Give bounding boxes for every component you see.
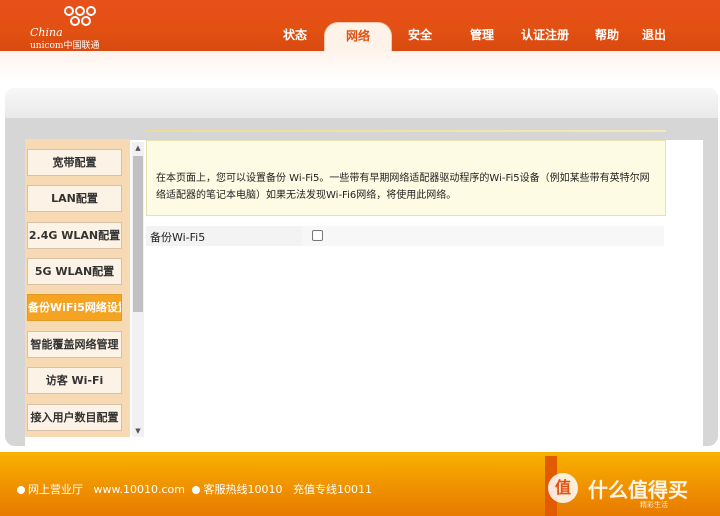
panel-top [5, 88, 718, 118]
sidebar: 宽带配置 LAN配置 2.4G WLAN配置 5G WLAN配置 备份WiFi5… [25, 139, 130, 437]
bullet-icon [192, 486, 201, 494]
nav-network[interactable]: 网络 [324, 22, 392, 51]
backup-wifi5-label: 备份Wi-Fi5 [150, 231, 206, 244]
watermark-text: 什么值得买 [588, 478, 688, 502]
online-hall-link[interactable]: 网上营业厅 [28, 483, 83, 496]
section-divider [146, 130, 666, 132]
recharge-line-text: 充值专线10011 [292, 483, 372, 496]
main-nav: 状态 网络 安全 管理 认证注册 帮助 退出 [0, 22, 720, 51]
sidebar-item-user-limit[interactable]: 接入用户数目配置 [27, 404, 122, 431]
nav-help[interactable]: 帮助 [588, 22, 626, 51]
sidebar-item-lan[interactable]: LAN配置 [27, 185, 122, 212]
backup-wifi5-row: 备份Wi-Fi5 [146, 226, 664, 246]
watermark-subtext: 精彩生活 [640, 501, 668, 509]
nav-logout[interactable]: 退出 [636, 22, 672, 51]
website-link[interactable]: www.10010.com [94, 483, 185, 496]
sidebar-item-guest-wifi[interactable]: 访客 Wi-Fi [27, 367, 122, 394]
sidebar-item-backup-wifi5[interactable]: 备份WiFi5网络设置 [27, 294, 122, 321]
scroll-up-arrow-icon[interactable]: ▲ [132, 142, 144, 154]
nav-security[interactable]: 安全 [398, 22, 442, 51]
bullet-icon [17, 486, 25, 494]
hotline-text: 客服热线10010 [203, 483, 283, 496]
watermark-logo-icon: 值 [548, 473, 578, 503]
footer-links: 网上营业厅 www.10010.com 客服热线10010 充值专线10011 [17, 481, 372, 497]
scroll-down-arrow-icon[interactable]: ▼ [132, 425, 144, 437]
sidebar-item-broadband[interactable]: 宽带配置 [27, 149, 122, 176]
sidebar-item-wlan-24g[interactable]: 2.4G WLAN配置 [27, 222, 122, 249]
nav-auth-register[interactable]: 认证注册 [516, 22, 574, 51]
sidebar-item-wlan-5g[interactable]: 5G WLAN配置 [27, 258, 122, 285]
sidebar-item-smart-coverage[interactable]: 智能覆盖网络管理 [27, 331, 122, 358]
nav-status[interactable]: 状态 [272, 22, 318, 51]
info-notice: 在本页面上，您可以设置备份 Wi-Fi5。一些带有早期网络适配器驱动程序的Wi-… [146, 140, 666, 216]
header-fade [0, 51, 720, 81]
backup-wifi5-checkbox[interactable] [312, 230, 323, 241]
scroll-thumb[interactable] [133, 156, 143, 312]
watermark: 值 什么值得买 精彩生活 [548, 470, 720, 510]
nav-management[interactable]: 管理 [460, 22, 504, 51]
sidebar-scrollbar[interactable]: ▲ ▼ [132, 142, 144, 437]
top-header: China unicom中国联通 状态 网络 安全 管理 认证注册 帮助 退出 [0, 0, 720, 51]
backup-wifi5-value [302, 226, 664, 246]
